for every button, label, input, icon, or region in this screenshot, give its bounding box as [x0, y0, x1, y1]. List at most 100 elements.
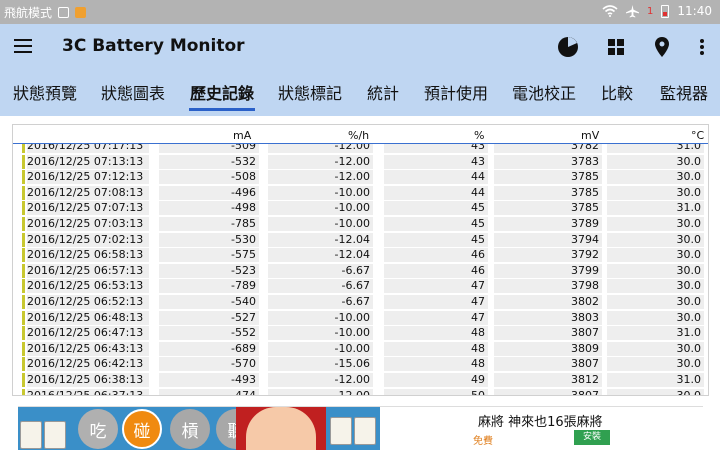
table-row[interactable]: 2016/12/25 06:52:13 -540 -6.67 47 3802 30.0	[22, 294, 706, 310]
cell-time: 2016/12/25 06:37:13	[27, 388, 149, 395]
cell-percent: 48	[384, 357, 488, 372]
ad-game-image[interactable]: 吃 碰 槓 聽	[18, 407, 380, 450]
tab-battery-calibration[interactable]: 電池校正	[512, 80, 576, 116]
status-bar-right: 1 11:40	[602, 4, 712, 18]
cell-rate: -6.67	[268, 294, 373, 309]
cell-temperature: 30.0	[607, 294, 704, 309]
ad-chi-button[interactable]: 吃	[78, 409, 118, 449]
tab-compare[interactable]: 比較	[600, 80, 634, 116]
tab-status-markers[interactable]: 狀態標記	[278, 80, 342, 116]
cell-temperature: 30.0	[607, 310, 704, 325]
cell-rate: -10.00	[268, 185, 373, 200]
ad-pong-button[interactable]: 碰	[122, 409, 162, 449]
table-row[interactable]: 2016/12/25 07:08:13 -496 -10.00 44 3785 30.0	[22, 185, 706, 201]
cell-current: -523	[159, 263, 259, 278]
cell-rate: -12.04	[268, 232, 373, 247]
table-row[interactable]: 2016/12/25 07:03:13 -785 -10.00 45 3789 30.0	[22, 216, 706, 232]
table-row[interactable]: 2016/12/25 06:38:13 -493 -12.00 49 3812 31.0	[22, 372, 706, 388]
pie-chart-icon[interactable]	[556, 35, 580, 59]
cell-time: 2016/12/25 06:53:13	[27, 279, 149, 294]
header-ma: mA	[233, 129, 252, 142]
mahjong-tile	[354, 417, 376, 445]
table-row[interactable]: 2016/12/25 06:58:13 -575 -12.04 46 3792 30.0	[22, 247, 706, 263]
cell-percent: 44	[384, 170, 488, 185]
cell-voltage: 3785	[494, 170, 602, 185]
tab-status-chart[interactable]: 狀態圖表	[101, 80, 165, 116]
cell-rate: -10.00	[268, 310, 373, 325]
cell-current: -530	[159, 232, 259, 247]
cell-temperature: 30.0	[607, 263, 704, 278]
cell-voltage: 3783	[494, 154, 602, 169]
table-row[interactable]: 2016/12/25 06:42:13 -570 -15.06 48 3807 30.0	[22, 356, 706, 372]
cell-current: -570	[159, 357, 259, 372]
table-row[interactable]: 2016/12/25 06:47:13 -552 -10.00 48 3807 31.0	[22, 325, 706, 341]
cell-time: 2016/12/25 06:42:13	[27, 357, 149, 372]
cell-current: -540	[159, 294, 259, 309]
cell-temperature: 31.0	[607, 326, 704, 341]
status-bar: 飛航模式 1 11:40	[0, 0, 720, 24]
app-notification-icon	[75, 7, 87, 18]
cell-time: 2016/12/25 07:02:13	[27, 232, 149, 247]
table-row[interactable]: 2016/12/25 07:07:13 -498 -10.00 45 3785 31.0	[22, 200, 706, 216]
cell-voltage: 3807	[494, 357, 602, 372]
cell-voltage: 3809	[494, 341, 602, 356]
clock-time: 11:40	[677, 4, 712, 18]
table-row[interactable]: 2016/12/25 06:48:13 -527 -10.00 47 3803 30.0	[22, 310, 706, 326]
cell-percent: 47	[384, 310, 488, 325]
ad-character-face	[246, 407, 316, 450]
cell-current: -552	[159, 326, 259, 341]
airplane-icon	[626, 4, 640, 18]
tab-statistics[interactable]: 統計	[366, 80, 400, 116]
table-row[interactable]: 2016/12/25 07:02:13 -530 -12.04 45 3794 30.0	[22, 232, 706, 248]
cell-time: 2016/12/25 06:48:13	[27, 310, 149, 325]
ad-kong-button[interactable]: 槓	[170, 409, 210, 449]
cell-percent: 44	[384, 185, 488, 200]
cell-temperature: 30.0	[607, 154, 704, 169]
cell-rate: -12.00	[268, 372, 373, 387]
tab-history[interactable]: 歷史記錄	[189, 80, 255, 116]
cell-time: 2016/12/25 07:07:13	[27, 201, 149, 216]
table-row[interactable]: 2016/12/25 06:53:13 -789 -6.67 47 3798 30.0	[22, 278, 706, 294]
location-pin-icon[interactable]	[650, 35, 674, 59]
cell-temperature: 30.0	[607, 185, 704, 200]
header-temperature: °C	[691, 129, 705, 142]
menu-icon[interactable]	[14, 39, 32, 53]
ad-banner[interactable]: 吃 碰 槓 聽 麻將 神來也16張麻將 免費 安裝	[18, 406, 703, 450]
cell-percent: 46	[384, 248, 488, 263]
overflow-menu-icon[interactable]	[690, 35, 714, 59]
cell-rate: -15.06	[268, 357, 373, 372]
cell-temperature: 30.0	[607, 232, 704, 247]
cell-rate: -10.00	[268, 326, 373, 341]
cell-time: 2016/12/25 06:47:13	[27, 326, 149, 341]
tab-estimated-usage[interactable]: 預計使用	[424, 80, 488, 116]
table-row[interactable]: 2016/12/25 06:57:13 -523 -6.67 46 3799 30.0	[22, 263, 706, 279]
ad-title[interactable]: 麻將 神來也16張麻將	[478, 411, 603, 430]
header-millivolts: mV	[581, 129, 600, 142]
cell-voltage: 3802	[494, 294, 602, 309]
table-row[interactable]: 2016/12/25 06:37:13 -474 -12.00 50 3807 30.0	[22, 388, 706, 395]
table-row[interactable]: 2016/12/25 07:12:13 -508 -12.00 44 3785 30.0	[22, 169, 706, 185]
table-row[interactable]: 2016/12/25 07:13:13 -532 -12.00 43 3783 30.0	[22, 154, 706, 170]
ad-install-button[interactable]: 安裝	[574, 430, 610, 445]
cell-time: 2016/12/25 06:52:13	[27, 294, 149, 309]
tab-monitor[interactable]: 監視器	[659, 80, 709, 116]
cell-current: -493	[159, 372, 259, 387]
tab-status-overview[interactable]: 狀態預覽	[13, 80, 77, 116]
cell-temperature: 30.0	[607, 388, 704, 395]
grid-icon[interactable]	[604, 35, 628, 59]
cell-current: -496	[159, 185, 259, 200]
app-bar: 3C Battery Monitor	[0, 24, 720, 72]
cell-percent: 48	[384, 326, 488, 341]
cell-time: 2016/12/25 07:03:13	[27, 216, 149, 231]
table-row[interactable]: 2016/12/25 06:43:13 -689 -10.00 48 3809 30.0	[22, 341, 706, 357]
cell-temperature: 30.0	[607, 341, 704, 356]
cell-temperature: 31.0	[607, 372, 704, 387]
cell-current: -532	[159, 154, 259, 169]
airplane-mode-label: 飛航模式	[4, 6, 53, 20]
cell-time: 2016/12/25 06:38:13	[27, 372, 149, 387]
mahjong-tile	[330, 417, 352, 445]
cell-voltage: 3807	[494, 326, 602, 341]
cell-percent: 43	[384, 154, 488, 169]
cell-current: -689	[159, 341, 259, 356]
history-table[interactable]: mA %/h % mV °C 2016/12/25 07:17:13 -509 -1…	[12, 124, 709, 396]
